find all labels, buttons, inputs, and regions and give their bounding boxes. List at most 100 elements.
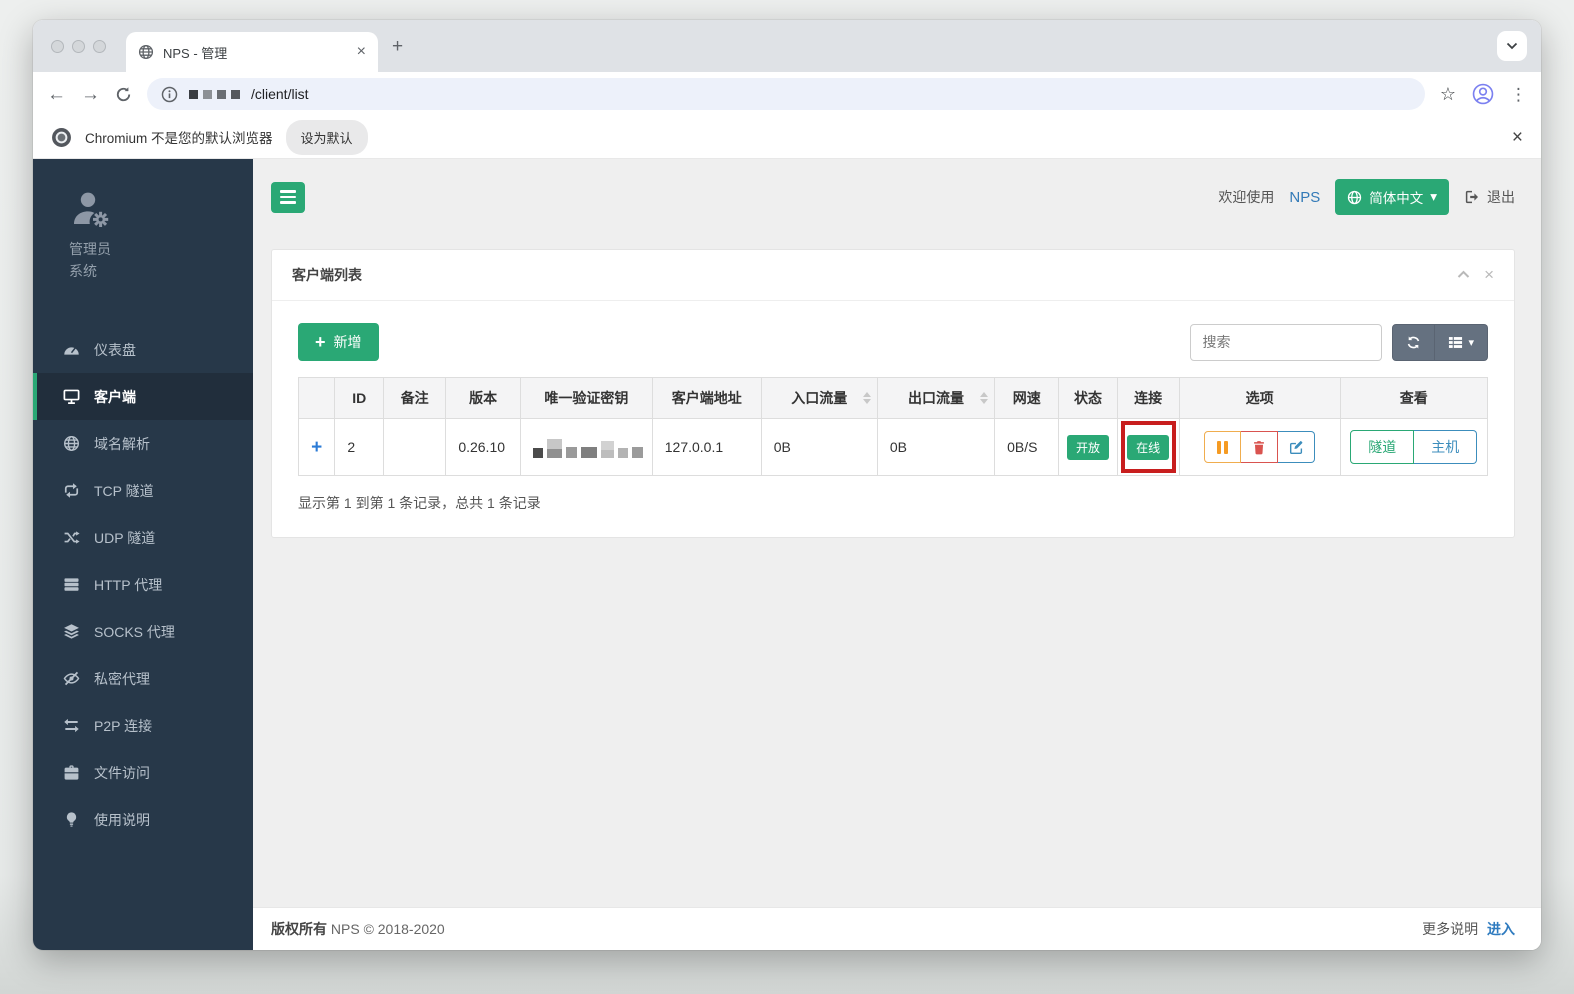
status-badge[interactable]: 开放 (1066, 434, 1109, 460)
sidebar-item-p2p[interactable]: P2P 连接 (33, 702, 253, 749)
sign-out-icon (1465, 190, 1478, 204)
retweet-icon (64, 483, 79, 499)
speed-cell: 0B/S (994, 418, 1060, 476)
profile-icon[interactable] (1472, 83, 1494, 105)
page-footer: 版权所有 NPS © 2018-2020 更多说明 进入 (253, 907, 1541, 950)
sidebar-item-dns[interactable]: 域名解析 (33, 420, 253, 467)
panel-title: 客户端列表 (292, 267, 362, 283)
sidebar-item-dashboard[interactable]: 仪表盘 (33, 326, 253, 373)
sidebar-item-secret[interactable]: 私密代理 (33, 655, 253, 702)
col-traffic-in[interactable]: 入口流量 (760, 377, 878, 419)
sidebar-item-socks[interactable]: SOCKS 代理 (33, 608, 253, 655)
set-default-button[interactable]: 设为默认 (285, 119, 368, 155)
sidebar-item-http[interactable]: HTTP 代理 (33, 561, 253, 608)
sidebar-toggle-button[interactable] (271, 181, 305, 213)
sidebar-item-label: P2P 连接 (94, 717, 153, 734)
sidebar-item-clients[interactable]: 客户端 (33, 373, 253, 421)
desktop-icon (63, 389, 80, 405)
plus-icon: + (315, 331, 326, 352)
pagination-summary: 显示第 1 到第 1 条记录，总共 1 条记录 (298, 495, 541, 511)
edit-button[interactable] (1278, 431, 1316, 463)
brand-link[interactable]: NPS (1289, 189, 1320, 206)
window-controls[interactable] (33, 39, 126, 53)
col-speed: 网速 (994, 377, 1060, 419)
refresh-button[interactable] (1392, 323, 1436, 361)
add-client-button[interactable]: + 新增 (298, 323, 379, 361)
sidebar-item-files[interactable]: 文件访问 (33, 749, 253, 796)
view-button-group: 隧道 主机 (1350, 430, 1478, 464)
sidebar-item-udp[interactable]: UDP 隧道 (33, 514, 253, 561)
columns-button[interactable]: ▾ (1435, 323, 1488, 361)
browser-tab[interactable]: NPS - 管理 × (126, 32, 378, 72)
bookmark-star-icon[interactable]: ☆ (1440, 85, 1456, 103)
collapse-icon[interactable] (1457, 270, 1470, 279)
expand-cell[interactable]: + (297, 418, 336, 476)
panel-close-icon[interactable]: × (1484, 266, 1494, 283)
tab-close-icon[interactable]: × (357, 44, 366, 60)
status-cell[interactable]: 开放 (1058, 418, 1118, 476)
logout-button[interactable]: 退出 (1464, 187, 1515, 207)
welcome-text: 欢迎使用 (1218, 189, 1275, 205)
pause-button[interactable] (1204, 431, 1242, 463)
sidebar-item-label: 私密代理 (94, 670, 150, 687)
trash-icon (1254, 440, 1265, 454)
col-traffic-out[interactable]: 出口流量 (876, 377, 996, 419)
sidebar-item-tcp[interactable]: TCP 隧道 (33, 467, 253, 514)
notification-text: Chromium 不是您的默认浏览器 (85, 131, 273, 146)
col-vkey: 唯一验证密钥 (520, 377, 653, 419)
table-header-row: ID 备注 版本 唯一验证密钥 客户端地址 入口流量 出口流量 网速 状态 连接… (297, 377, 1489, 419)
globe-icon (64, 436, 79, 452)
controls-right: ▾ (1190, 323, 1488, 361)
browser-window: NPS - 管理 × + ← → /client/list ☆ ⋮ Chromi… (33, 20, 1541, 950)
col-connection: 连接 (1116, 377, 1180, 419)
host-button[interactable]: 主机 (1414, 430, 1478, 464)
enter-link[interactable]: 进入 (1487, 921, 1515, 937)
copyright-label: 版权所有 (271, 921, 327, 937)
tunnel-button[interactable]: 隧道 (1350, 430, 1415, 464)
info-icon[interactable] (161, 86, 178, 103)
chromium-logo-icon (52, 127, 71, 147)
language-button[interactable]: 简体中文 ▾ (1335, 179, 1449, 215)
delete-button[interactable] (1241, 431, 1279, 463)
sidebar: 管理员 系统 仪表盘 客户端 域名解析 TCP 隧道 UDP 隧道 HTTP 代… (33, 159, 253, 950)
view-cell: 隧道 主机 (1339, 418, 1489, 476)
version-cell: 0.26.10 (445, 418, 521, 476)
col-expand (297, 377, 336, 419)
url-path[interactable]: /client/list (251, 86, 309, 102)
sidebar-item-help[interactable]: 使用说明 (33, 796, 253, 843)
sidebar-item-label: 使用说明 (94, 811, 150, 828)
traffic-in-cell: 0B (760, 418, 878, 476)
col-label: 入口流量 (791, 390, 848, 406)
panel-body: + 新增 搜索 ▾ ID 备注 版本 唯一验证密钥 客户端地址 入口流量 出口流… (272, 301, 1514, 537)
id-cell: 2 (334, 418, 385, 476)
columns-list-icon (1449, 336, 1463, 348)
col-status: 状态 (1058, 377, 1118, 419)
sort-icons[interactable] (980, 392, 989, 404)
back-button[interactable]: ← (47, 85, 66, 104)
window-close-button[interactable] (51, 39, 64, 53)
col-options: 选项 (1178, 377, 1341, 419)
expand-row-icon[interactable]: + (311, 437, 322, 458)
traffic-out-cell: 0B (876, 418, 996, 476)
tab-strip: NPS - 管理 × + (33, 20, 1541, 72)
forward-button[interactable]: → (81, 85, 100, 104)
window-zoom-button[interactable] (93, 39, 106, 53)
panel-tools: × (1457, 266, 1494, 283)
client-list-panel: 客户端列表 × + 新增 搜索 ▾ ID 备注 版本 唯一验证密钥 客户端地址 … (271, 249, 1515, 538)
connection-cell: 在线 (1116, 418, 1180, 476)
add-client-label: 新增 (333, 334, 362, 350)
sort-icons[interactable] (862, 392, 871, 404)
menu-dots-icon[interactable]: ⋮ (1510, 86, 1527, 103)
notification-close-icon[interactable]: × (1512, 128, 1523, 147)
sidebar-item-label: TCP 隧道 (94, 482, 154, 499)
header-right: 欢迎使用 NPS 简体中文 ▾ 退出 (1218, 179, 1515, 215)
search-input[interactable] (1190, 323, 1383, 361)
window-minimize-button[interactable] (72, 39, 85, 53)
reload-button[interactable] (115, 86, 132, 103)
logout-label: 退出 (1487, 189, 1515, 205)
new-tab-button[interactable]: + (392, 37, 403, 56)
language-label: 简体中文 (1369, 191, 1424, 206)
url-bar[interactable]: /client/list (147, 78, 1425, 110)
tab-search-button[interactable] (1497, 31, 1527, 61)
caret-down-icon: ▾ (1468, 336, 1474, 349)
